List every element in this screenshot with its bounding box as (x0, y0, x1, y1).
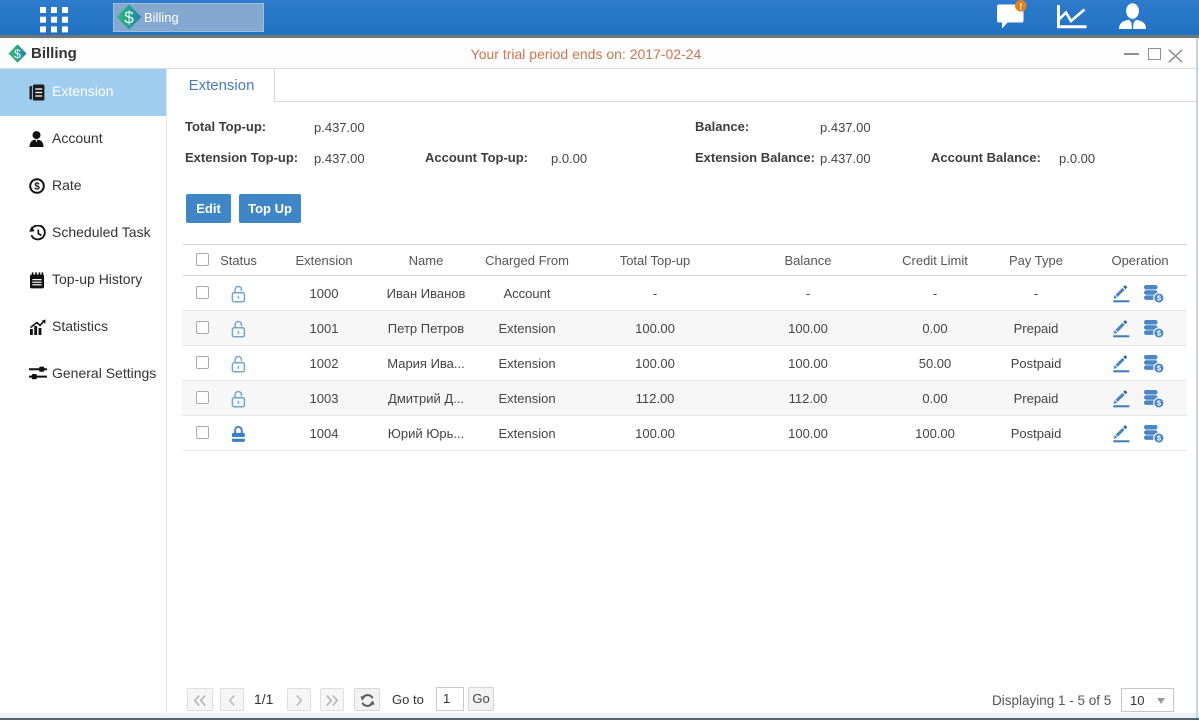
svg-text:$: $ (124, 8, 134, 27)
svg-text:!: ! (1019, 1, 1022, 12)
svg-text:$: $ (34, 182, 40, 193)
